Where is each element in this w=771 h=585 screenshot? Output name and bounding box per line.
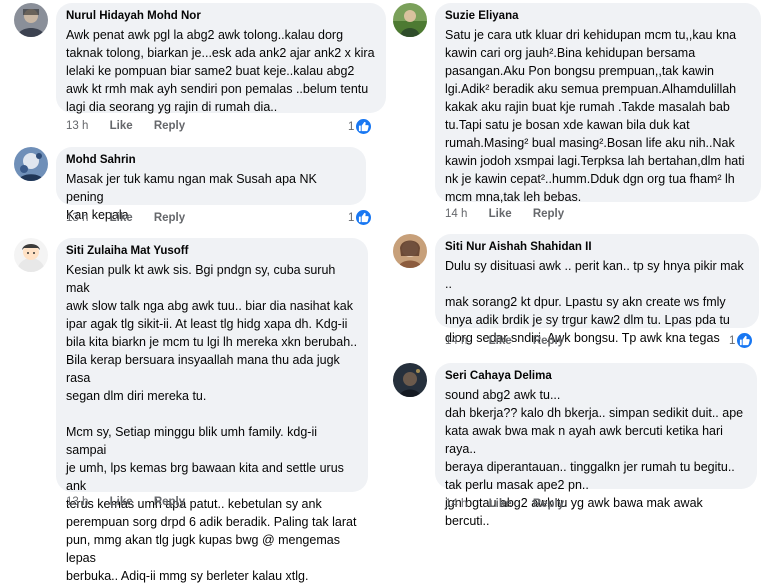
like-button[interactable]: Like bbox=[489, 208, 512, 220]
comment-actions: 14 h Like Reply bbox=[445, 498, 582, 510]
reaction-summary[interactable]: 1 bbox=[348, 210, 372, 225]
comment-time[interactable]: 13 h bbox=[66, 120, 88, 132]
comment-actions: 13 h Like Reply bbox=[66, 120, 203, 132]
reply-button[interactable]: Reply bbox=[154, 212, 185, 224]
profile-photo-icon[interactable] bbox=[14, 147, 48, 181]
comment-text: Satu je cara utk kluar dri kehidupan mcm… bbox=[445, 28, 745, 204]
reaction-summary[interactable]: 1 bbox=[729, 333, 753, 348]
comment-bubble: Suzie Eliyana Satu je cara utk kluar dri… bbox=[435, 3, 761, 204]
comment-time[interactable]: 14 h bbox=[445, 208, 467, 220]
comment-author[interactable]: Nurul Hidayah Mohd Nor bbox=[66, 9, 376, 24]
thumbs-up-icon bbox=[356, 210, 372, 225]
comment-bubble: Nurul Hidayah Mohd Nor Awk penat awk pgl… bbox=[56, 3, 386, 114]
reply-button[interactable]: Reply bbox=[533, 208, 564, 220]
comment-time[interactable]: 14 h bbox=[445, 498, 467, 510]
comment-bubble: Mohd Sahrin Masak jer tuk kamu ngan mak … bbox=[56, 147, 366, 222]
reaction-count: 1 bbox=[729, 334, 736, 347]
comment-time[interactable]: 13 h bbox=[66, 212, 88, 224]
reaction-summary[interactable]: 1 bbox=[348, 119, 372, 134]
profile-photo-icon[interactable] bbox=[393, 363, 427, 397]
reply-button[interactable]: Reply bbox=[154, 120, 185, 132]
reaction-count: 1 bbox=[348, 120, 355, 133]
comment-time[interactable]: 13 h bbox=[66, 496, 88, 508]
like-button[interactable]: Like bbox=[110, 120, 133, 132]
thumbs-up-icon bbox=[356, 119, 372, 134]
reaction-count: 1 bbox=[348, 211, 355, 224]
comment-actions: 13 h Like Reply bbox=[66, 496, 203, 508]
profile-photo-icon[interactable] bbox=[14, 3, 48, 37]
comment-text: Dulu sy disituasi awk .. perit kan.. tp … bbox=[445, 259, 744, 345]
thumbs-up-icon bbox=[737, 333, 753, 348]
like-button[interactable]: Like bbox=[489, 335, 512, 347]
comment-text: Awk penat awk pgl la abg2 awk tolong..ka… bbox=[66, 28, 375, 114]
comment-actions: 13 h Like Reply bbox=[66, 212, 203, 224]
reply-button[interactable]: Reply bbox=[533, 498, 564, 510]
comment-author[interactable]: Seri Cahaya Delima bbox=[445, 369, 747, 384]
cartoon-avatar-icon[interactable] bbox=[14, 238, 48, 272]
comment-author[interactable]: Mohd Sahrin bbox=[66, 153, 356, 168]
comment-author[interactable]: Siti Zulaiha Mat Yusoff bbox=[66, 244, 358, 259]
comment-actions: 14 h Like Reply bbox=[445, 335, 582, 347]
comment-bubble: Seri Cahaya Delima sound abg2 awk tu... … bbox=[435, 363, 757, 528]
like-button[interactable]: Like bbox=[110, 212, 133, 224]
comment-time[interactable]: 14 h bbox=[445, 335, 467, 347]
reply-button[interactable]: Reply bbox=[154, 496, 185, 508]
like-button[interactable]: Like bbox=[110, 496, 133, 508]
comment-text: Kesian pulk kt awk sis. Bgi pndgn sy, cu… bbox=[66, 263, 358, 583]
comment-bubble: Siti Nur Aishah Shahidan II Dulu sy disi… bbox=[435, 234, 759, 345]
comment-bubble: Siti Zulaiha Mat Yusoff Kesian pulk kt a… bbox=[56, 238, 368, 583]
like-button[interactable]: Like bbox=[489, 498, 512, 510]
reply-button[interactable]: Reply bbox=[533, 335, 564, 347]
profile-photo-icon[interactable] bbox=[393, 3, 427, 37]
comment-author[interactable]: Siti Nur Aishah Shahidan II bbox=[445, 240, 749, 255]
comment-actions: 14 h Like Reply bbox=[445, 208, 582, 220]
comment-author[interactable]: Suzie Eliyana bbox=[445, 9, 751, 24]
profile-photo-icon[interactable] bbox=[393, 234, 427, 268]
